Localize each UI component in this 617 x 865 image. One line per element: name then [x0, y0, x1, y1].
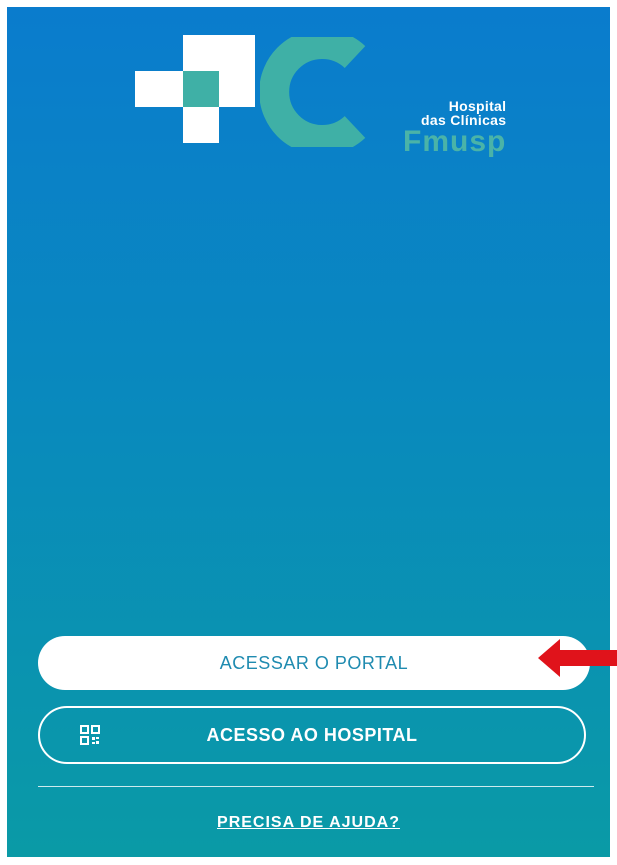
- access-portal-label: ACESSAR O PORTAL: [219, 652, 409, 673]
- app-screen: Hospital das Clínicas Fmusp ACESSAR O PO…: [7, 7, 610, 857]
- qr-code-icon: [80, 725, 100, 745]
- hospital-logo: Hospital das Clínicas Fmusp: [135, 35, 515, 175]
- hospital-access-label: ACESSO AO HOSPITAL: [206, 724, 418, 745]
- logo-text: Hospital das Clínicas Fmusp: [403, 99, 506, 157]
- logo-c-shape: [260, 37, 366, 147]
- help-link[interactable]: PRECISA DE AJUDA?: [7, 814, 610, 832]
- hospital-access-button[interactable]: ACESSO AO HOSPITAL: [38, 706, 586, 764]
- divider: [38, 786, 594, 787]
- logo-text-fmusp: Fmusp: [403, 125, 507, 158]
- logo-text-hospital: Hospital: [448, 98, 507, 114]
- arrow-left-icon: [538, 639, 617, 677]
- access-portal-button[interactable]: ACESSAR O PORTAL: [38, 636, 590, 690]
